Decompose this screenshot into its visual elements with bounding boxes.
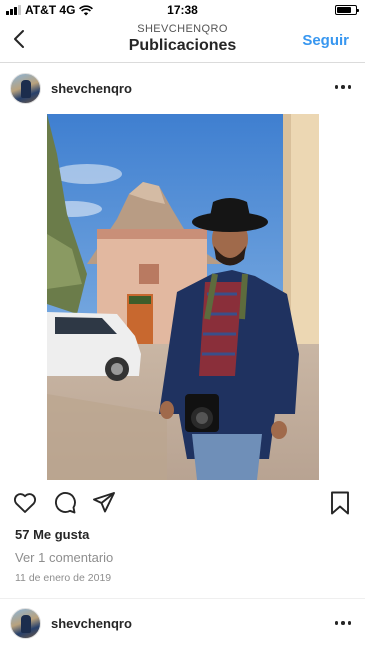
- post-actions: [0, 490, 365, 518]
- avatar[interactable]: [10, 72, 41, 104]
- avatar[interactable]: [10, 608, 41, 639]
- post-photo[interactable]: [47, 114, 319, 480]
- bookmark-icon[interactable]: [327, 490, 353, 516]
- more-dots-icon[interactable]: [334, 85, 351, 89]
- view-comments-link[interactable]: Ver 1 comentario: [15, 550, 113, 565]
- battery-icon: [335, 5, 359, 15]
- nav-bar: SHEVCHENQRO Publicaciones Seguir: [0, 20, 365, 63]
- next-post-header: shevchenqro: [0, 598, 365, 648]
- post-username[interactable]: shevchenqro: [51, 81, 132, 96]
- paper-plane-icon[interactable]: [91, 490, 117, 516]
- heart-icon[interactable]: [12, 490, 38, 516]
- post-header: shevchenqro: [0, 63, 365, 113]
- post-date: 11 de enero de 2019: [15, 572, 112, 584]
- status-time: 17:38: [167, 3, 198, 17]
- next-post-username[interactable]: shevchenqro: [51, 616, 132, 631]
- likes-count[interactable]: 57 Me gusta: [15, 527, 89, 542]
- more-dots-icon[interactable]: [334, 621, 351, 625]
- battery-level: [337, 7, 351, 13]
- post-photo-image: [47, 114, 319, 480]
- status-bar: AT&T 4G 17:38: [0, 0, 365, 20]
- follow-button[interactable]: Seguir: [302, 32, 349, 49]
- speech-bubble-icon[interactable]: [52, 490, 78, 516]
